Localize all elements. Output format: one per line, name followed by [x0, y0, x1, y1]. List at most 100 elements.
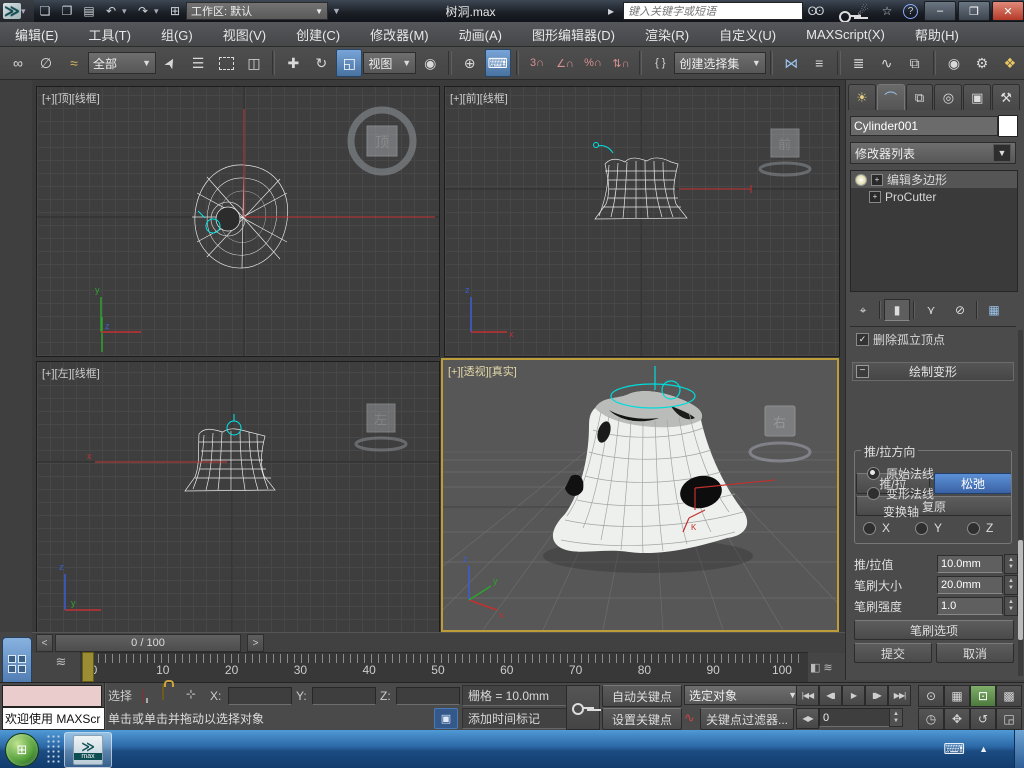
make-unique-icon[interactable]: ⋎	[918, 299, 944, 321]
object-name-field[interactable]: Cylinder001	[850, 116, 998, 136]
expand-plus-icon[interactable]: +	[869, 191, 881, 203]
expand-plus-icon[interactable]: +	[871, 174, 883, 186]
unlink-selection-icon[interactable]: ∅	[33, 49, 59, 77]
cancel-button[interactable]: 取消	[936, 643, 1014, 663]
show-desktop-button[interactable]	[1014, 730, 1024, 768]
viewport-perspective[interactable]: [+][透视][真实]	[441, 358, 839, 632]
axis-z-radio[interactable]: Z	[967, 521, 993, 535]
select-and-rotate-icon[interactable]: ↻	[308, 49, 334, 77]
menu-views[interactable]: 视图(V)	[208, 22, 281, 46]
viewport-front-scene[interactable]: 前 z x	[445, 87, 839, 356]
viewcube[interactable]: 左	[356, 404, 406, 450]
application-menu-button[interactable]: ≫▾	[0, 0, 34, 22]
maxscript-mini-listener[interactable]	[2, 685, 102, 707]
selection-set-dropdown[interactable]: 选定对象▼	[684, 685, 802, 705]
orbit-icon[interactable]: ↺	[970, 708, 996, 730]
brush-size-input[interactable]: 20.0mm	[937, 576, 1003, 594]
push-pull-value-input[interactable]: 10.0mm	[937, 555, 1003, 573]
rectangular-selection-region-icon[interactable]	[213, 49, 239, 77]
selection-lock-icon[interactable]	[162, 685, 164, 699]
viewport-top[interactable]: [+][顶][线框] 顶	[36, 86, 440, 357]
viewport-perspective-label[interactable]: [+][透视][真实]	[448, 363, 517, 379]
menu-customize[interactable]: 自定义(U)	[704, 22, 791, 46]
time-slider[interactable]: 0 / 100	[55, 634, 241, 652]
select-and-manipulate-icon[interactable]: ⊕	[457, 49, 483, 77]
select-by-name-icon[interactable]: ☰	[185, 49, 211, 77]
search-icon[interactable]: ʘʘ	[803, 4, 827, 18]
z-coordinate-input[interactable]	[396, 687, 460, 705]
search-go-icon[interactable]: ▸	[599, 4, 623, 18]
undo-caret[interactable]: ▾	[122, 6, 132, 17]
isolate-selection-toggle-icon[interactable]: ▣	[434, 708, 458, 729]
next-frame-arrow[interactable]: >	[247, 634, 264, 652]
go-to-end-icon[interactable]: ▶▶|	[888, 685, 911, 706]
spinner-snap-icon[interactable]: ⇅∩	[608, 49, 634, 77]
go-to-start-icon[interactable]: |◀◀	[796, 685, 819, 706]
select-and-move-icon[interactable]: ✚	[280, 49, 306, 77]
original-normals-radio[interactable]: 原始法线	[867, 465, 934, 482]
viewport-left[interactable]: [+][左][线框] 左 x	[36, 361, 440, 634]
pin-stack-icon[interactable]: ⌖	[850, 299, 876, 321]
open-file-button[interactable]: ❐	[56, 2, 78, 20]
viewport-left-scene[interactable]: 左 x z y	[37, 362, 439, 633]
keyboard-shortcut-override-icon[interactable]: ⌨	[485, 49, 511, 77]
viewport-front-label[interactable]: [+][前][线框]	[450, 90, 508, 106]
percent-snap-icon[interactable]: %∩	[580, 49, 606, 77]
schematic-view-icon[interactable]: ⧉	[902, 49, 928, 77]
delete-isolated-vertices-checkbox[interactable]: ✓ 删除孤立顶点	[856, 332, 1006, 347]
selection-filter-dropdown[interactable]: 全部▼	[88, 52, 156, 74]
key-mode-toggle-icon[interactable]: ◀▶	[796, 708, 819, 729]
remove-modifier-icon[interactable]: ⊘	[947, 299, 973, 321]
collapse-minus-icon[interactable]: −	[856, 365, 869, 378]
panel-scrollbar[interactable]	[1018, 330, 1023, 676]
viewport-top-scene[interactable]: 顶	[37, 87, 439, 356]
viewcube[interactable]: 前	[760, 129, 810, 175]
select-object-icon[interactable]: ➤	[151, 45, 188, 82]
start-button[interactable]: ⊞	[5, 733, 39, 767]
auto-key-button[interactable]: 自动关键点	[602, 685, 682, 707]
brush-size-spinner[interactable]: ▲▼	[1004, 575, 1018, 595]
tab-display-icon[interactable]: ▣	[963, 84, 991, 110]
infocenter-search-input[interactable]: 键入关键字或短语	[623, 2, 803, 20]
tab-motion-icon[interactable]: ◎	[934, 84, 962, 110]
taskbar-3dsmax-button[interactable]: ≫ max	[64, 732, 112, 768]
window-crossing-icon[interactable]: ◫	[241, 49, 267, 77]
mirror-icon[interactable]: ⋈	[778, 49, 804, 77]
snap-toggle-3d-icon[interactable]: 3∩	[524, 49, 550, 77]
set-keys-button[interactable]	[566, 685, 600, 730]
brush-strength-spinner[interactable]: ▲▼	[1004, 596, 1018, 616]
menu-edit[interactable]: 编辑(E)	[0, 22, 73, 46]
modifier-list-dropdown[interactable]: 修改器列表▼	[850, 142, 1016, 164]
tab-create-icon[interactable]: ☀	[848, 84, 876, 110]
commit-button[interactable]: 提交	[854, 643, 932, 663]
selection-lock-pin-icon[interactable]	[142, 689, 144, 703]
workspace-dropdown[interactable]: 工作区: 默认▼	[186, 2, 328, 20]
zoom-all-icon[interactable]: ▦	[944, 685, 970, 707]
menu-create[interactable]: 创建(C)	[281, 22, 355, 46]
add-time-tag[interactable]: 添加时间标记	[462, 708, 570, 729]
project-switch-icon[interactable]: ⊞	[164, 2, 186, 20]
tab-utilities-icon[interactable]: ⚒	[992, 84, 1020, 110]
close-button[interactable]: ✕	[992, 1, 1024, 21]
deformed-normals-radio[interactable]: 变形法线	[867, 485, 934, 502]
tab-hierarchy-icon[interactable]: ⧉	[906, 84, 934, 110]
x-coordinate-input[interactable]	[228, 687, 292, 705]
viewcube[interactable]: 顶	[351, 110, 413, 172]
mini-curve-editor-button[interactable]: ≋	[48, 650, 74, 674]
current-frame-marker[interactable]	[82, 652, 94, 682]
zoom-extents-all-icon[interactable]: ▩	[996, 685, 1022, 707]
current-frame-input[interactable]: 0	[819, 708, 893, 727]
favorites-star-icon[interactable]: ☆	[875, 4, 899, 18]
tab-modify-icon[interactable]: ⌒	[877, 84, 905, 110]
previous-frame-icon[interactable]: ◀▮	[819, 685, 842, 706]
save-file-button[interactable]: ▤	[78, 2, 100, 20]
configure-modifier-sets-icon[interactable]: ▦	[981, 299, 1007, 321]
set-key-button[interactable]: 设置关键点	[602, 708, 682, 730]
rollout-paint-deformation[interactable]: − 绘制变形	[852, 362, 1014, 381]
pan-icon[interactable]: ✥	[944, 708, 970, 730]
zoom-extents-selected-icon[interactable]: ⊡	[970, 685, 996, 707]
edit-named-selection-sets-icon[interactable]: { }	[647, 49, 673, 77]
stack-item-procutter[interactable]: + ProCutter	[851, 188, 1017, 205]
select-and-link-icon[interactable]: ∞	[5, 49, 31, 77]
help-icon[interactable]: ?	[903, 4, 918, 19]
